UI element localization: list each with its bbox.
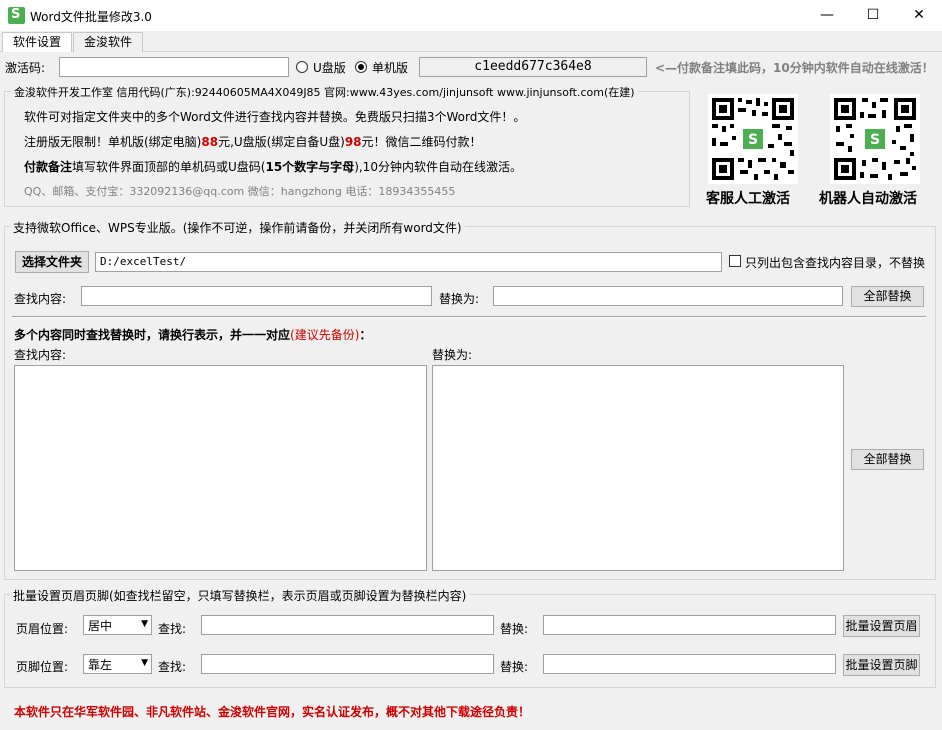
multi-replace-label: 替换为: — [432, 348, 473, 362]
footer-find-input[interactable] — [201, 654, 494, 674]
multi-replace-all-button[interactable]: 全部替换 — [851, 449, 924, 470]
header-position-select[interactable]: 居中 — [83, 615, 152, 635]
pc-version-radio[interactable] — [355, 61, 367, 73]
pricing-text-c: 元！微信二维码付款！ — [361, 135, 482, 149]
company-info: 金浚软件开发工作室 信用代码(广东):92440605MA4X049J85 官网… — [11, 84, 638, 100]
header-find-input[interactable] — [201, 615, 494, 635]
minimize-button[interactable]: — — [804, 0, 850, 31]
find-input[interactable] — [81, 286, 432, 306]
payment-code-length: 15个数字与字母 — [265, 160, 355, 174]
choose-folder-button[interactable]: 选择文件夹 — [15, 251, 89, 273]
contact-info: QQ、邮箱、支付宝：332092136@qq.com 微信：hangzhong … — [24, 185, 456, 198]
header-replace-label: 替换: — [500, 622, 529, 636]
distribution-notice: 本软件只在华军软件园、非凡软件站、金浚软件官网，实名认证发布，概不对其他下载途径… — [14, 705, 531, 719]
activation-notice: <—付款备注填此码，10分钟内软件自动在线激活！ — [655, 61, 934, 75]
footer-replace-input[interactable] — [543, 654, 836, 674]
folder-path-input[interactable]: D:/excelTest/ — [95, 252, 722, 272]
app-logo-icon — [8, 7, 25, 24]
multi-find-textarea[interactable] — [14, 365, 427, 571]
usb-version-label: U盘版 — [313, 61, 346, 75]
replace-all-button[interactable]: 全部替换 — [851, 286, 924, 307]
multi-title-colon: ： — [359, 328, 372, 342]
qr-robot-label: 机器人自动激活 — [819, 191, 917, 207]
replace-input[interactable] — [493, 286, 843, 306]
activation-code-input[interactable] — [59, 57, 289, 77]
only-list-checkbox[interactable] — [729, 255, 741, 267]
set-header-button[interactable]: 批量设置页眉 — [843, 615, 920, 637]
machine-code-field[interactable]: c1eedd677c364e8 — [419, 57, 647, 77]
multi-find-label: 查找内容: — [14, 348, 67, 362]
footer-position-label: 页脚位置: — [16, 660, 69, 674]
header-find-label: 查找: — [158, 622, 187, 636]
set-footer-button[interactable]: 批量设置页脚 — [843, 654, 920, 676]
multi-replace-textarea[interactable] — [432, 365, 844, 571]
info-line-description: 软件可对指定文件夹中的多个Word文件进行查找内容并替换。免费版只扫描3个Wor… — [24, 110, 526, 124]
price-usb: 98 — [344, 135, 362, 149]
header-footer-group-title: 批量设置页眉页脚(如查找栏留空，只填写替换栏，表示页眉或页脚设置为替换栏内容) — [10, 587, 470, 604]
tab-jinjun-software[interactable]: 金浚软件 — [73, 32, 144, 52]
pricing-text-b: 元,U盘版(绑定自备U盘) — [218, 135, 345, 149]
header-replace-input[interactable] — [543, 615, 836, 635]
multi-replace-title: 多个内容同时查找替换时，请换行表示，并一一对应(建议先备份)： — [14, 326, 371, 343]
pc-version-label: 单机版 — [372, 61, 409, 75]
usb-version-radio[interactable] — [296, 61, 308, 73]
svg-text:S: S — [870, 132, 880, 148]
window-title: Word文件批量修改3.0 — [30, 10, 152, 24]
only-list-label: 只列出包含查找内容目录，不替换 — [745, 256, 926, 270]
close-button[interactable]: ✕ — [896, 0, 942, 31]
footer-find-label: 查找: — [158, 660, 187, 674]
payment-text-b: 填写软件界面顶部的单机码或U盘码( — [72, 160, 266, 174]
header-position-label: 页眉位置: — [16, 622, 69, 636]
main-group-title: 支持微软Office、WPS专业版。(操作不可逆，操作前请备份，并关闭所有wor… — [10, 219, 465, 236]
svg-text:S: S — [748, 132, 758, 148]
payment-text-d: ),10分钟内软件自动在线激活。 — [354, 160, 522, 174]
price-pc: 88 — [201, 135, 219, 149]
multi-title-text: 多个内容同时查找替换时，请换行表示，并一一对应 — [14, 328, 291, 342]
activation-code-label: 激活码: — [5, 61, 46, 75]
qr-code-robot-icon: S — [830, 94, 920, 184]
replace-label: 替换为: — [439, 292, 480, 306]
multi-title-backup-hint: (建议先备份) — [290, 328, 360, 342]
maximize-button[interactable]: ☐ — [850, 0, 896, 31]
find-label: 查找内容: — [14, 292, 67, 306]
footer-position-select[interactable]: 靠左 — [83, 654, 152, 674]
qr-code-service-icon: S — [708, 94, 798, 184]
footer-replace-label: 替换: — [500, 660, 529, 674]
divider — [12, 316, 926, 318]
info-line-payment: 付款备注填写软件界面顶部的单机码或U盘码(15个数字与字母),10分钟内软件自动… — [24, 158, 522, 175]
info-line-pricing: 注册版无限制！单机版(绑定电脑)88元,U盘版(绑定自备U盘)98元！微信二维码… — [24, 133, 482, 150]
pricing-text-a: 注册版无限制！单机版(绑定电脑) — [24, 135, 202, 149]
qr-service-label: 客服人工激活 — [706, 191, 790, 207]
payment-note-label: 付款备注 — [24, 160, 73, 174]
tab-software-settings[interactable]: 软件设置 — [2, 32, 73, 52]
